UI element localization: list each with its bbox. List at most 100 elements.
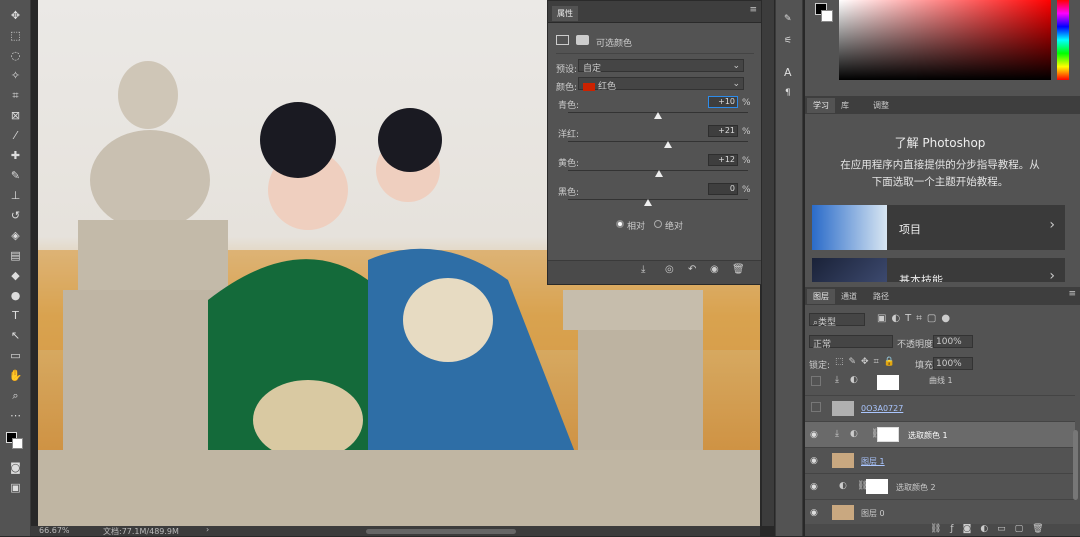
vertical-scrollbar[interactable] <box>762 0 774 526</box>
layers-scrollbar[interactable] <box>1073 430 1078 500</box>
black-slider-handle[interactable] <box>644 199 652 206</box>
opacity-field[interactable]: 100% <box>933 335 973 348</box>
black-track[interactable] <box>568 199 748 200</box>
tab-channels[interactable]: 通道 <box>841 291 857 302</box>
type-tool-icon[interactable]: T <box>7 308 24 323</box>
view-previous-icon[interactable]: ◎ <box>665 264 674 275</box>
mask-thumb <box>866 479 888 494</box>
layer-name[interactable]: 选取颜色 1 <box>908 430 948 441</box>
fill-field[interactable]: 100% <box>933 357 973 370</box>
tab-library[interactable]: 库 <box>841 100 849 111</box>
frame-tool-icon[interactable]: ⊠ <box>7 108 24 123</box>
tab-layers[interactable]: 图层 <box>807 289 835 304</box>
layer-action-icons[interactable]: ⛓ƒ◙◐▭▢🗑 <box>930 524 1053 534</box>
reset-icon[interactable]: ↶ <box>688 264 696 275</box>
cyan-value[interactable]: +10 <box>708 96 738 108</box>
gradient-tool-icon[interactable]: ▤ <box>7 248 24 263</box>
learn-card-basics[interactable]: 基本技能 › <box>812 258 1065 282</box>
background-color-swatch[interactable] <box>12 438 23 449</box>
yellow-slider-handle[interactable] <box>655 170 663 177</box>
preset-select[interactable]: 自定 ⌄ <box>578 59 744 74</box>
more-tools-icon[interactable]: ⋯ <box>7 408 24 423</box>
eye-icon[interactable]: ◉ <box>810 482 818 492</box>
learn-desc-1: 在应用程序内直接提供的分步指导教程。从 <box>840 159 1040 171</box>
magenta-slider-handle[interactable] <box>664 141 672 148</box>
dodge-tool-icon[interactable]: ● <box>7 288 24 303</box>
move-tool-icon[interactable]: ✥ <box>7 8 24 23</box>
stamp-tool-icon[interactable]: ⊥ <box>7 188 24 203</box>
path-select-tool-icon[interactable]: ↖ <box>7 328 24 343</box>
shape-tool-icon[interactable]: ▭ <box>7 348 24 363</box>
history-brush-icon[interactable]: ↺ <box>7 208 24 223</box>
magenta-track[interactable] <box>568 141 748 142</box>
magenta-label: 洋红: <box>558 130 580 140</box>
color-field[interactable] <box>839 0 1051 80</box>
properties-panel: 属性 ≡ 可选颜色 预设: 自定 ⌄ 颜色: 红色 ⌄ 青色: +10 % 洋红: … <box>547 0 762 285</box>
marquee-tool-icon[interactable]: ⬚ <box>7 28 24 43</box>
layer-row[interactable]: 0O3A0727 <box>805 396 1075 422</box>
blend-mode-select[interactable]: 正常 <box>809 335 893 350</box>
tab-adjustments[interactable]: 调整 <box>873 100 889 111</box>
eye-icon[interactable]: ◉ <box>810 456 818 466</box>
layer-name[interactable]: 图层 1 <box>861 456 885 467</box>
brush-settings-icon[interactable]: ✎ <box>784 14 792 24</box>
bg-color-swatch[interactable] <box>821 10 833 22</box>
layer-name[interactable]: 0O3A0727 <box>861 404 903 413</box>
layer-row-selected[interactable]: ◉ ⤓ ◐ ⛓ 选取颜色 1 <box>805 422 1075 448</box>
zoom-readout[interactable]: 66.67% <box>39 526 70 535</box>
paragraph-icon[interactable]: ¶ <box>785 88 791 98</box>
layer-row[interactable]: ◉ 图层 1 <box>805 448 1075 474</box>
layer-name[interactable]: 曲线 1 <box>929 375 953 386</box>
clip-to-layer-icon[interactable]: ⤓ <box>641 264 645 275</box>
layer-row[interactable]: ◉ 图层 0 <box>805 500 1075 526</box>
learn-card-project[interactable]: 项目 › <box>812 205 1065 250</box>
cyan-label: 青色: <box>558 101 580 111</box>
yellow-value[interactable]: +12 <box>708 154 738 166</box>
card-thumb <box>812 205 887 250</box>
layer-filter-select[interactable]: ⌕类型 <box>809 313 865 328</box>
layer-row[interactable]: ⤓ ◐ 曲线 1 <box>805 370 1075 396</box>
tab-paths[interactable]: 路径 <box>873 291 889 302</box>
eye-icon[interactable]: ◉ <box>810 430 818 440</box>
lasso-tool-icon[interactable]: ◌ <box>7 48 24 63</box>
healing-tool-icon[interactable]: ✚ <box>7 148 24 163</box>
character-icon[interactable]: A <box>784 66 792 79</box>
layer-name[interactable]: 图层 0 <box>861 508 885 519</box>
blur-tool-icon[interactable]: ◆ <box>7 268 24 283</box>
cyan-slider-handle[interactable] <box>654 112 662 119</box>
magenta-value[interactable]: +21 <box>708 125 738 137</box>
visibility-off-box[interactable] <box>811 402 821 412</box>
hand-tool-icon[interactable]: ✋ <box>7 368 24 383</box>
filter-icons[interactable]: ▣◐T⌗▢● <box>877 313 955 324</box>
horizontal-scrollbar[interactable] <box>366 529 516 534</box>
screen-mode-icon[interactable]: ▣ <box>7 480 24 495</box>
brushes-icon[interactable]: ⚟ <box>784 36 792 46</box>
hue-slider[interactable] <box>1057 0 1069 80</box>
curves-adjust-icon: ◐ <box>850 375 858 385</box>
layers-menu-icon[interactable]: ≡ <box>1068 289 1076 299</box>
eyedropper-tool-icon[interactable]: ⁄ <box>7 128 24 143</box>
brush-tool-icon[interactable]: ✎ <box>7 168 24 183</box>
magic-wand-tool-icon[interactable]: ✧ <box>7 68 24 83</box>
layer-name[interactable]: 选取颜色 2 <box>896 482 936 493</box>
layer-thumb <box>832 401 854 416</box>
tab-properties[interactable]: 属性 <box>552 6 578 21</box>
layer-row[interactable]: ◉ ◐ ⛓ 选取颜色 2 <box>805 474 1075 500</box>
lock-icons[interactable]: ⬚✎✥⌗🔒 <box>835 357 900 367</box>
zoom-tool-icon[interactable]: ⌕ <box>7 388 24 403</box>
radio-absolute[interactable] <box>654 220 662 228</box>
visibility-icon[interactable]: ◉ <box>710 264 719 275</box>
eye-icon[interactable]: ◉ <box>810 508 818 518</box>
tab-learn[interactable]: 学习 <box>807 98 835 113</box>
color-select[interactable]: 红色 ⌄ <box>578 77 744 92</box>
status-menu-arrow-icon[interactable]: › <box>206 525 209 534</box>
delete-icon[interactable]: 🗑 <box>732 264 745 275</box>
radio-relative[interactable] <box>616 220 624 228</box>
quick-mask-icon[interactable]: ◙ <box>7 460 24 475</box>
visibility-off-box[interactable] <box>811 376 821 386</box>
crop-tool-icon[interactable]: ⌗ <box>7 88 24 103</box>
eraser-tool-icon[interactable]: ◈ <box>7 228 24 243</box>
black-value[interactable]: 0 <box>708 183 738 195</box>
mask-icon[interactable] <box>576 35 589 45</box>
panel-menu-icon[interactable]: ≡ <box>749 5 757 15</box>
